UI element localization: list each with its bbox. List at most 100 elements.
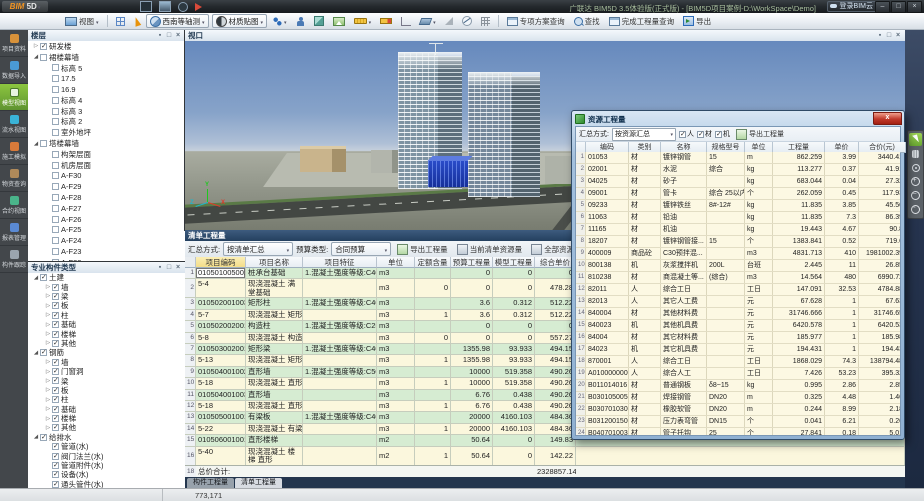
code-cell[interactable]: 11165 bbox=[586, 224, 629, 235]
feature-cell[interactable] bbox=[303, 333, 377, 343]
floor-checkbox[interactable] bbox=[40, 43, 47, 50]
floor-checkbox[interactable] bbox=[52, 237, 59, 244]
resource-table-row[interactable]: 20 B011014016 材 普通钢板 δ8~15 kg 0.995 2.86… bbox=[576, 380, 900, 392]
quick-screen-icon[interactable] bbox=[159, 1, 171, 12]
feature-cell[interactable]: 1.混凝土强度等级:C50 bbox=[303, 367, 377, 377]
category-cell[interactable]: 材 bbox=[629, 404, 661, 415]
float-icon[interactable] bbox=[885, 32, 893, 40]
expander-icon[interactable] bbox=[44, 293, 52, 299]
resource-table-row[interactable]: 6 11063 材 铅油 kg 11.835 7.3 86.39 bbox=[576, 212, 900, 224]
find-button[interactable]: 查找 bbox=[571, 15, 603, 28]
price-cell[interactable]: 490.26 bbox=[535, 367, 576, 377]
category-cell[interactable]: 人 bbox=[629, 296, 661, 307]
resource-table-row[interactable]: 5 09233 材 镀锌铁丝 8#-12# kg 11.835 3.85 45.… bbox=[576, 200, 900, 212]
price-cell[interactable]: 490.26 bbox=[535, 390, 576, 400]
spec-cell[interactable] bbox=[707, 368, 745, 379]
unit-cell[interactable]: 个 bbox=[745, 236, 773, 247]
resource-table-row[interactable]: 18 870001 人 综合工日 工日 1868.029 74.3 138794… bbox=[576, 356, 900, 368]
type-checkbox[interactable] bbox=[52, 481, 59, 488]
expander-icon[interactable] bbox=[32, 434, 40, 440]
budget-qty-cell[interactable]: 3.6 bbox=[451, 310, 493, 320]
ruler-button[interactable] bbox=[351, 15, 375, 28]
type-checkbox[interactable] bbox=[52, 415, 59, 422]
expander-icon[interactable] bbox=[44, 312, 52, 318]
unit-cell[interactable]: m3 bbox=[377, 310, 415, 320]
marker-button[interactable] bbox=[377, 15, 395, 28]
expander-icon[interactable] bbox=[32, 350, 40, 356]
spec-cell[interactable]: DN15 bbox=[707, 416, 745, 427]
code-cell[interactable]: 400009 bbox=[586, 248, 629, 259]
model-qty-cell[interactable]: 0 bbox=[493, 333, 535, 343]
unit-cell[interactable]: kg bbox=[745, 212, 773, 223]
code-cell[interactable]: 010505001001 bbox=[196, 412, 246, 422]
qty-cell[interactable]: 262.059 bbox=[773, 188, 825, 199]
unit-cell[interactable]: 个 bbox=[745, 428, 773, 435]
resource-table-row[interactable]: 16 84004 材 其它材料费 元 185.977 1 185.98 bbox=[576, 332, 900, 344]
type-checkbox[interactable] bbox=[40, 274, 47, 281]
category-cell[interactable]: 材 bbox=[629, 200, 661, 211]
name-cell[interactable]: 焊接钢管 bbox=[661, 392, 707, 403]
resource-table-row[interactable]: 15 840023 机 其他机具费 元 6420.578 1 6420.53 bbox=[576, 320, 900, 332]
price-cell[interactable]: 1 bbox=[825, 320, 859, 331]
code-cell[interactable]: 82013 bbox=[586, 296, 629, 307]
name-cell[interactable]: 现浇混凝土 构造柱 bbox=[246, 333, 303, 343]
float-icon[interactable] bbox=[165, 264, 173, 272]
quota-cell[interactable] bbox=[415, 367, 451, 377]
unit-cell[interactable]: kg bbox=[745, 224, 773, 235]
summary-mode-select[interactable]: 按清单汇总 bbox=[223, 242, 293, 256]
spec-cell[interactable] bbox=[707, 296, 745, 307]
feature-cell[interactable] bbox=[303, 401, 377, 411]
type-checkbox[interactable] bbox=[52, 321, 59, 328]
unit-cell[interactable]: m2 bbox=[377, 447, 415, 465]
type-checkbox[interactable] bbox=[52, 302, 59, 309]
code-cell[interactable]: A010000000 bbox=[586, 368, 629, 379]
code-cell[interactable]: 870001 bbox=[586, 356, 629, 367]
column-header-price[interactable]: 综合单价 bbox=[535, 257, 576, 268]
qty-cell[interactable]: 1868.029 bbox=[773, 356, 825, 367]
code-cell[interactable]: 18207 bbox=[586, 236, 629, 247]
code-cell[interactable]: 010501005001 bbox=[196, 268, 246, 278]
quota-cell[interactable]: 1 bbox=[415, 424, 451, 434]
type-checkbox[interactable] bbox=[52, 406, 59, 413]
floor-checkbox[interactable] bbox=[52, 129, 59, 136]
price-cell[interactable]: 557.27 bbox=[535, 333, 576, 343]
quota-cell[interactable]: 0 bbox=[415, 333, 451, 343]
unit-cell[interactable]: 元 bbox=[745, 296, 773, 307]
floor-checkbox[interactable] bbox=[52, 75, 59, 82]
walk-mode-button[interactable] bbox=[270, 15, 290, 28]
price-cell[interactable]: 11 bbox=[825, 260, 859, 271]
feature-cell[interactable] bbox=[303, 447, 377, 465]
unit-cell[interactable]: m bbox=[745, 392, 773, 403]
price-cell[interactable]: 484.36 bbox=[535, 424, 576, 434]
zoom-out-tool[interactable] bbox=[909, 189, 922, 202]
floor-tree-row[interactable]: A-F24 bbox=[28, 235, 185, 246]
floor-tree-row[interactable]: A-F25 bbox=[28, 225, 185, 236]
price-cell[interactable]: 1 bbox=[825, 344, 859, 355]
type-tree-row[interactable]: 通头管件(水) bbox=[28, 480, 185, 488]
column-header-budget[interactable]: 预算工程量 bbox=[451, 257, 493, 268]
unit-cell[interactable]: 元 bbox=[745, 320, 773, 331]
unit-cell[interactable]: kg bbox=[745, 200, 773, 211]
type-checkbox[interactable] bbox=[52, 453, 59, 460]
type-tree-row[interactable]: 钢筋 bbox=[28, 348, 185, 357]
type-checkbox[interactable] bbox=[52, 331, 59, 338]
expander-icon[interactable] bbox=[44, 378, 52, 384]
quota-cell[interactable] bbox=[415, 435, 451, 445]
name-cell[interactable]: 现浇混凝土 直形墙 bbox=[246, 401, 303, 411]
total-cell[interactable]: 138794.48 bbox=[859, 356, 900, 367]
close-icon[interactable] bbox=[174, 264, 182, 272]
spec-cell[interactable]: 15 bbox=[707, 236, 745, 247]
price-cell[interactable]: 8.99 bbox=[825, 404, 859, 415]
qty-cell[interactable]: 1383.841 bbox=[773, 236, 825, 247]
price-cell[interactable]: 3.85 bbox=[825, 200, 859, 211]
model-qty-cell[interactable]: 0.438 bbox=[493, 401, 535, 411]
resource-table-row[interactable]: 19 A010000000 人 综合人工 工日 7.426 53.23 395.… bbox=[576, 368, 900, 380]
resource-table-row[interactable]: 7 11165 材 机油 kg 19.443 4.67 90.8 bbox=[576, 224, 900, 236]
quota-cell[interactable]: 1 bbox=[415, 355, 451, 365]
expander-icon[interactable] bbox=[44, 284, 52, 290]
name-cell[interactable]: 综合工日 bbox=[661, 356, 707, 367]
budget-qty-cell[interactable]: 10000 bbox=[451, 367, 493, 377]
unit-cell[interactable]: m bbox=[745, 404, 773, 415]
name-cell[interactable]: 水泥 bbox=[661, 164, 707, 175]
unit-cell[interactable]: 元 bbox=[745, 344, 773, 355]
